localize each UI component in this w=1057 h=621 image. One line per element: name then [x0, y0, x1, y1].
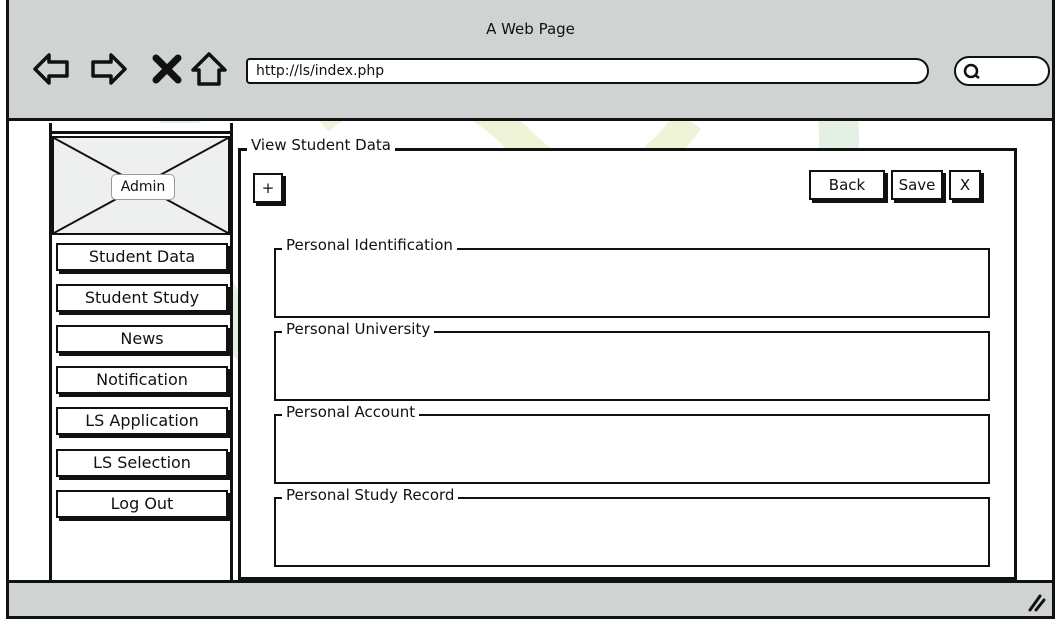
section-personal-study-record — [274, 497, 990, 567]
page-title: A Web Page — [486, 20, 575, 38]
sidebar-item-student-data[interactable]: Student Data — [56, 243, 228, 271]
sidebar-item-ls-application[interactable]: LS Application — [56, 407, 228, 435]
url-field[interactable]: http://ls/index.php — [246, 58, 929, 84]
browser-window: A Web Page http://ls/index.php Admin Stu… — [6, 0, 1055, 619]
section-personal-university — [274, 331, 990, 401]
sidebar-item-ls-selection[interactable]: LS Selection — [56, 449, 228, 477]
search-field[interactable] — [954, 56, 1050, 86]
back-button[interactable]: Back — [809, 170, 885, 200]
section-title: Personal University — [282, 320, 435, 338]
close-icon[interactable] — [147, 50, 187, 88]
section-title: Personal Account — [282, 403, 420, 421]
sidebar-item-news[interactable]: News — [56, 325, 228, 353]
sidebar-item-student-study[interactable]: Student Study — [56, 284, 228, 312]
close-button[interactable]: X — [949, 170, 981, 200]
resize-grip-icon[interactable] — [1022, 588, 1046, 612]
section-title: Personal Study Record — [282, 486, 459, 504]
sidebar-divider — [52, 131, 230, 134]
sidebar-item-notification[interactable]: Notification — [56, 366, 228, 394]
add-button[interactable]: + — [253, 173, 283, 203]
section-personal-identification — [274, 248, 990, 318]
browser-toolbar: A Web Page http://ls/index.php — [9, 0, 1052, 121]
avatar: Admin — [52, 136, 230, 235]
section-personal-account — [274, 414, 990, 484]
sidebar: Admin Student Data Student Study News No… — [49, 123, 233, 582]
home-icon[interactable] — [189, 50, 229, 88]
status-bar — [9, 580, 1052, 616]
save-button[interactable]: Save — [891, 170, 943, 200]
sidebar-item-log-out[interactable]: Log Out — [56, 490, 228, 518]
search-icon — [963, 63, 980, 79]
avatar-label: Admin — [111, 174, 175, 200]
section-title: Personal Identification — [282, 236, 457, 254]
back-arrow-icon[interactable] — [31, 50, 71, 88]
group-title: View Student Data — [247, 136, 395, 154]
forward-arrow-icon[interactable] — [89, 50, 129, 88]
